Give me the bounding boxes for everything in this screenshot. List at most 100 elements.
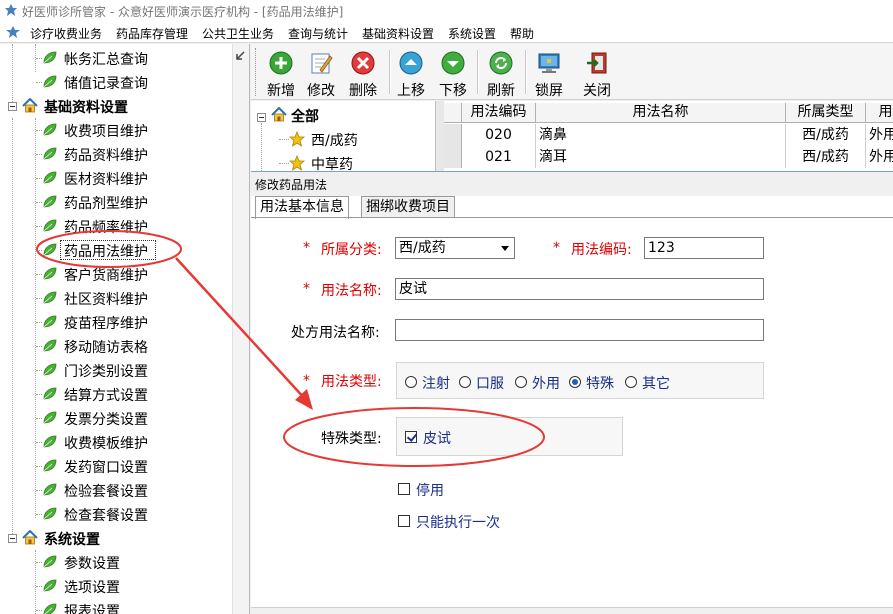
nav-item-clinic-type[interactable]: 门诊类别设置 xyxy=(0,359,232,381)
leaf-icon xyxy=(43,387,57,400)
dialog-footer xyxy=(251,607,893,614)
checkbox-execute-once[interactable] xyxy=(398,515,410,527)
lock-screen-button[interactable]: 锁屏 xyxy=(531,48,567,99)
cell-name: 滴耳 xyxy=(536,146,786,168)
menu-basic-data[interactable]: 基础资料设置 xyxy=(362,25,434,42)
usage-type-group: 注射 口服 外用 特殊 其它 xyxy=(396,362,764,399)
nav-item-mobile-followup[interactable]: 移动随访表格 xyxy=(0,335,232,357)
menu-help[interactable]: 帮助 xyxy=(510,25,534,42)
code-input[interactable]: 123 xyxy=(644,237,764,259)
nav-group-system[interactable]: 系统设置 xyxy=(0,527,232,549)
radio-other[interactable] xyxy=(625,376,637,388)
grid-header-code[interactable]: 用法编码 xyxy=(462,103,536,123)
leaf-icon xyxy=(43,243,57,256)
move-down-button[interactable]: 下移 xyxy=(435,48,471,99)
name-input[interactable]: 皮试 xyxy=(395,278,764,300)
nav-item-reports[interactable]: 报表设置 xyxy=(0,599,232,614)
checkbox-disabled[interactable] xyxy=(398,483,410,495)
menu-public-health[interactable]: 公共卫生业务 xyxy=(202,25,274,42)
leaf-icon xyxy=(43,51,57,64)
special-type-label: 特殊类型: xyxy=(321,431,382,447)
leaf-icon xyxy=(43,459,57,472)
checkbox-skin-test[interactable] xyxy=(405,431,417,443)
grid-corner xyxy=(444,103,462,123)
leaf-icon xyxy=(43,507,57,520)
menu-clinic-billing[interactable]: 诊疗收费业务 xyxy=(30,25,102,42)
leaf-icon xyxy=(43,219,57,232)
tab-bundled-fees[interactable]: 捆绑收费项目 xyxy=(361,196,455,218)
rx-name-input[interactable] xyxy=(395,319,764,341)
dialog-title-bar: 修改药品用法 xyxy=(251,172,893,196)
category-select[interactable]: 西/成药 xyxy=(395,237,515,259)
radio-special[interactable] xyxy=(569,376,581,388)
menu-query-stats[interactable]: 查询与统计 xyxy=(288,25,348,42)
menu-bar: 诊疗收费业务 药品库存管理 公共卫生业务 查询与统计 基础资料设置 系统设置 帮… xyxy=(0,22,893,43)
radio-external[interactable] xyxy=(515,376,527,388)
nav-item-deposit-records[interactable]: 储值记录查询 xyxy=(0,71,232,93)
category-scrollbar[interactable] xyxy=(436,101,444,171)
move-up-button[interactable]: 上移 xyxy=(393,48,429,99)
refresh-button[interactable]: 刷新 xyxy=(483,48,519,99)
add-button[interactable]: 新增 xyxy=(263,48,299,99)
menu-system-settings[interactable]: 系统设置 xyxy=(448,25,496,42)
nav-item-payment-method[interactable]: 结算方式设置 xyxy=(0,383,232,405)
nav-item-suppliers[interactable]: 客户货商维护 xyxy=(0,263,232,285)
menu-drug-inventory[interactable]: 药品库存管理 xyxy=(116,25,188,42)
radio-injection[interactable] xyxy=(405,376,417,388)
nav-item-account-summary[interactable]: 帐务汇总查询 xyxy=(0,47,232,69)
nav-item-vaccine[interactable]: 疫苗程序维护 xyxy=(0,311,232,333)
leaf-icon xyxy=(43,435,57,448)
nav-group-basic-data[interactable]: 基础资料设置 xyxy=(0,95,232,117)
nav-item-label: 结算方式设置 xyxy=(64,388,148,404)
grid-header-name[interactable]: 用法名称 xyxy=(536,103,786,123)
edit-icon xyxy=(311,53,333,74)
leaf-icon xyxy=(43,147,57,160)
nav-item-label: 门诊类别设置 xyxy=(64,364,148,380)
nav-item-label: 报表设置 xyxy=(64,604,120,614)
nav-item-frequency[interactable]: 药品频率维护 xyxy=(0,215,232,237)
cell-name: 滴鼻 xyxy=(536,124,786,146)
nav-item-exam-package[interactable]: 检查套餐设置 xyxy=(0,503,232,525)
category-herbal[interactable]: 中草药 xyxy=(311,154,353,171)
leaf-icon xyxy=(43,267,57,280)
delete-button[interactable]: 删除 xyxy=(345,48,381,99)
chevron-down-icon xyxy=(501,246,509,251)
name-label: 用法名称: xyxy=(321,283,382,299)
radio-label: 其它 xyxy=(642,376,670,392)
grid-header-type[interactable]: 所属类型 xyxy=(786,103,866,123)
grid-header-more[interactable]: 用 xyxy=(866,103,893,123)
nav-item-invoice-category[interactable]: 发票分类设置 xyxy=(0,407,232,429)
nav-item-usage[interactable]: 药品用法维护 xyxy=(0,239,232,261)
nav-item-options[interactable]: 选项设置 xyxy=(0,575,232,597)
category-western[interactable]: 西/成药 xyxy=(311,130,358,150)
leaf-icon xyxy=(43,483,57,496)
nav-item-material-data[interactable]: 医材资料维护 xyxy=(0,167,232,189)
home-icon xyxy=(22,530,38,545)
nav-tree: 帐务汇总查询 储值记录查询 基础资料设置 收费项目维护 药品资料维护 医材资料维… xyxy=(0,44,250,614)
nav-item-dosage-form[interactable]: 药品剂型维护 xyxy=(0,191,232,213)
home-icon xyxy=(271,107,287,122)
close-button[interactable]: 关闭 xyxy=(579,48,615,99)
collapse-panel-icon[interactable] xyxy=(234,50,246,62)
tab-basic-info[interactable]: 用法基本信息 xyxy=(255,196,349,219)
collapse-icon[interactable] xyxy=(8,102,17,111)
nav-item-drug-data[interactable]: 药品资料维护 xyxy=(0,143,232,165)
category-root[interactable]: 全部 xyxy=(291,106,319,126)
nav-item-parameters[interactable]: 参数设置 xyxy=(0,551,232,573)
nav-item-lab-package[interactable]: 检验套餐设置 xyxy=(0,479,232,501)
nav-item-dispensing-window[interactable]: 发药窗口设置 xyxy=(0,455,232,477)
collapse-icon[interactable] xyxy=(8,534,17,543)
nav-item-fee-template[interactable]: 收费模板维护 xyxy=(0,431,232,453)
required-mark: * xyxy=(303,281,310,297)
radio-oral[interactable] xyxy=(459,376,471,388)
nav-item-label: 检验套餐设置 xyxy=(64,484,148,500)
nav-item-label: 收费项目维护 xyxy=(64,124,148,140)
nav-item-label: 选项设置 xyxy=(64,580,120,596)
nav-scrollbar[interactable] xyxy=(232,44,249,614)
nav-group-label: 基础资料设置 xyxy=(44,100,128,116)
edit-button[interactable]: 修改 xyxy=(303,48,339,99)
collapse-icon[interactable] xyxy=(257,113,266,122)
nav-item-fee-items[interactable]: 收费项目维护 xyxy=(0,119,232,141)
radio-label: 外用 xyxy=(532,376,560,392)
nav-item-community[interactable]: 社区资料维护 xyxy=(0,287,232,309)
